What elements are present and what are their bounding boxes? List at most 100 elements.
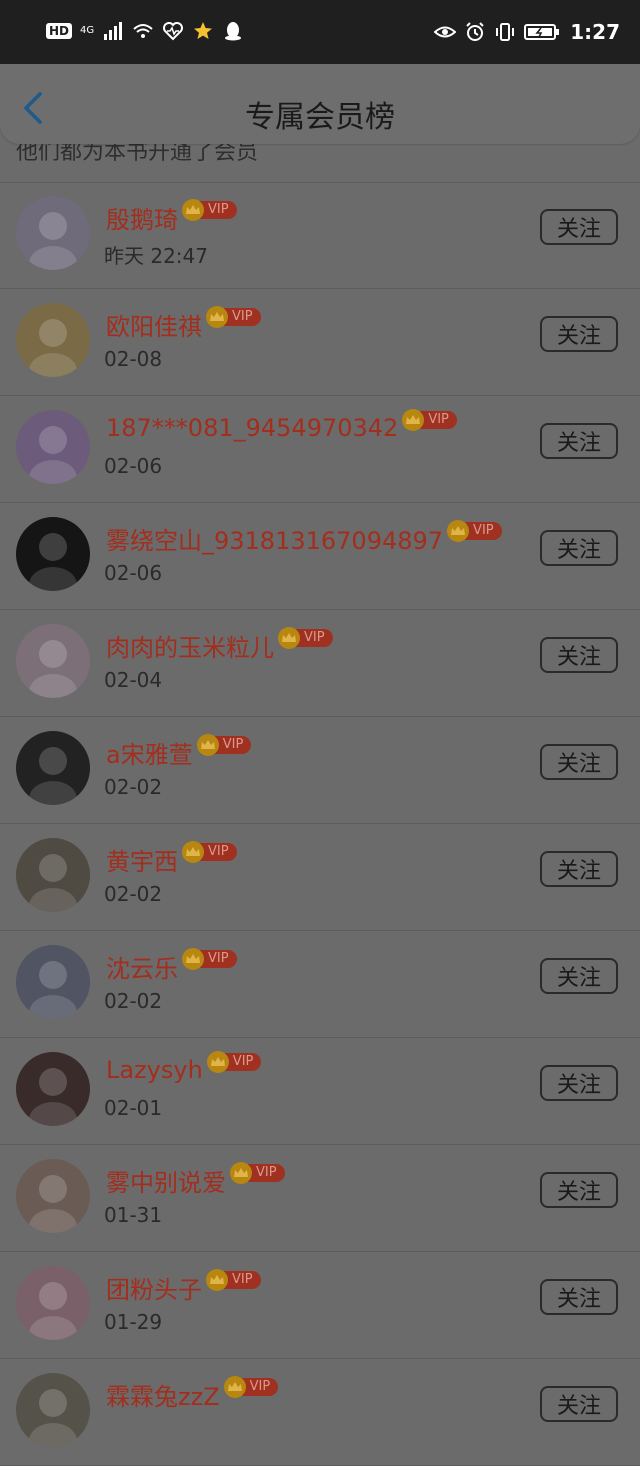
follow-button[interactable]: 关注	[540, 958, 618, 994]
vip-badge: VIP	[182, 947, 237, 970]
crown-icon	[447, 519, 470, 542]
avatar[interactable]	[16, 624, 90, 698]
member-row[interactable]: 187***081_9454970342 VIP 02-06 关注	[0, 396, 640, 503]
follow-button[interactable]: 关注	[540, 209, 618, 245]
name-line: a宋雅萱 VIP	[106, 733, 252, 770]
crown-icon	[206, 1051, 229, 1073]
follow-button[interactable]: 关注	[540, 744, 618, 780]
member-name: 霖霖兔zzZ	[106, 1383, 220, 1411]
member-list: 殷鹅琦 VIP 昨天 22:47 关注 欧阳佳祺 VIP 02-08 关注 18…	[0, 182, 640, 1466]
avatar-image	[16, 1159, 90, 1233]
alarm-icon	[466, 22, 484, 41]
vip-badge: VIP	[447, 519, 502, 542]
avatar[interactable]	[16, 1052, 90, 1126]
subtitle-strip: 他们都为本书开通了会员	[0, 138, 640, 183]
member-row[interactable]: 沈云乐 VIP 02-02 关注	[0, 931, 640, 1038]
member-name: 欧阳佳祺	[106, 313, 202, 341]
vip-label: VIP	[224, 1053, 262, 1071]
follow-button[interactable]: 关注	[540, 851, 618, 887]
member-name: 沈云乐	[106, 955, 178, 983]
signal-icon	[104, 22, 123, 40]
app-header: 专属会员榜	[0, 64, 640, 144]
vip-badge: VIP	[206, 1268, 261, 1291]
member-date: 02-02	[104, 882, 163, 906]
status-bar-right: 1:27	[434, 20, 620, 44]
follow-button[interactable]: 关注	[540, 530, 618, 566]
avatar-image	[16, 731, 90, 805]
avatar-image	[16, 303, 90, 377]
status-bar-left: HD 4G	[46, 20, 244, 42]
follow-button[interactable]: 关注	[540, 1172, 618, 1208]
avatar[interactable]	[16, 303, 90, 377]
member-row[interactable]: a宋雅萱 VIP 02-02 关注	[0, 717, 640, 824]
member-name: 黄宇西	[106, 848, 178, 876]
follow-button[interactable]: 关注	[540, 316, 618, 352]
eye-icon	[434, 26, 457, 38]
vip-badge: VIP	[206, 1051, 262, 1073]
member-row[interactable]: 肉肉的玉米粒儿 VIP 02-04 关注	[0, 610, 640, 717]
member-row[interactable]: Lazysyh VIP 02-01 关注	[0, 1038, 640, 1145]
member-name: Lazysyh	[106, 1056, 203, 1084]
avatar[interactable]	[16, 196, 90, 270]
crown-icon	[223, 1375, 246, 1398]
avatar[interactable]	[16, 1266, 90, 1340]
member-row[interactable]: 团粉头子 VIP 01-29 关注	[0, 1252, 640, 1359]
member-date: 02-01	[104, 1096, 163, 1120]
name-line: 殷鹅琦 VIP	[106, 198, 237, 235]
name-line: 霖霖兔zzZ VIP	[106, 1375, 279, 1412]
member-date: 昨天 22:47	[104, 244, 208, 268]
member-date: 02-06	[104, 454, 163, 478]
member-row[interactable]: 雾中别说爱 VIP 01-31 关注	[0, 1145, 640, 1252]
follow-button[interactable]: 关注	[540, 1065, 618, 1101]
avatar[interactable]	[16, 1373, 90, 1447]
avatar[interactable]	[16, 1159, 90, 1233]
name-line: 沈云乐 VIP	[106, 947, 237, 984]
crown-icon	[182, 947, 204, 970]
follow-button[interactable]: 关注	[540, 637, 618, 673]
battery-charging-icon	[524, 24, 560, 40]
member-row[interactable]: 黄宇西 VIP 02-02 关注	[0, 824, 640, 931]
member-date: 01-29	[104, 1310, 163, 1334]
avatar-image	[16, 1373, 90, 1447]
avatar[interactable]	[16, 410, 90, 484]
avatar[interactable]	[16, 517, 90, 591]
avatar-image	[16, 196, 90, 270]
name-line: 欧阳佳祺 VIP	[106, 305, 261, 342]
member-row[interactable]: 霖霖兔zzZ VIP 关注	[0, 1359, 640, 1466]
follow-button[interactable]: 关注	[540, 1386, 618, 1422]
star-icon	[194, 22, 213, 39]
vibrate-icon	[496, 23, 515, 41]
member-row[interactable]: 雾绕空山_931813167094897 VIP 02-06 关注	[0, 503, 640, 610]
member-date: 02-06	[104, 561, 163, 585]
vip-label: VIP	[200, 949, 237, 968]
vip-badge: VIP	[182, 198, 237, 221]
vip-label: VIP	[224, 1270, 261, 1289]
name-line: 黄宇西 VIP	[106, 840, 237, 877]
member-name: a宋雅萱	[106, 741, 193, 769]
member-name: 殷鹅琦	[106, 206, 178, 234]
vip-label: VIP	[248, 1163, 285, 1182]
member-date: 02-04	[104, 668, 163, 692]
network-type: 4G	[80, 25, 95, 36]
crown-icon	[206, 305, 228, 328]
vip-label: VIP	[420, 411, 457, 429]
crown-icon	[182, 198, 204, 221]
name-line: 肉肉的玉米粒儿 VIP	[106, 626, 333, 663]
heart-monitor-icon	[163, 22, 184, 41]
vip-label: VIP	[214, 735, 252, 754]
crown-icon	[206, 1268, 228, 1291]
avatar[interactable]	[16, 838, 90, 912]
name-line: 187***081_9454970342 VIP	[106, 409, 457, 442]
avatar[interactable]	[16, 731, 90, 805]
follow-button[interactable]: 关注	[540, 423, 618, 459]
member-row[interactable]: 殷鹅琦 VIP 昨天 22:47 关注	[0, 182, 640, 289]
follow-button[interactable]: 关注	[540, 1279, 618, 1315]
member-name: 团粉头子	[106, 1276, 202, 1304]
avatar[interactable]	[16, 945, 90, 1019]
hd-indicator: HD	[46, 23, 73, 39]
vip-badge: VIP	[196, 733, 252, 756]
vip-label: VIP	[224, 307, 261, 326]
member-name: 雾绕空山_931813167094897	[106, 527, 444, 555]
member-row[interactable]: 欧阳佳祺 VIP 02-08 关注	[0, 289, 640, 396]
crown-icon	[402, 409, 425, 431]
